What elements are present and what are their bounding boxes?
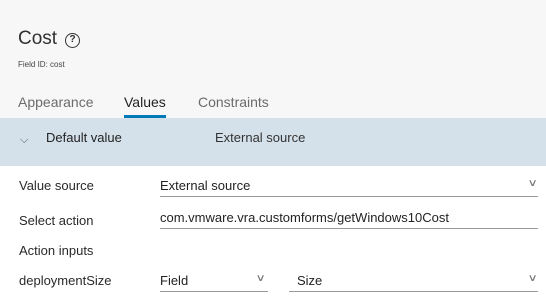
chevron-down-icon: ∨ <box>527 273 538 284</box>
chevron-down-icon[interactable]: ⌵ <box>20 134 28 147</box>
input-value-select[interactable]: Size ∨ <box>289 270 538 292</box>
chevron-down-icon: ∨ <box>255 273 266 284</box>
field-id: Field ID: cost <box>18 60 65 69</box>
input-type-value: Field <box>160 273 189 288</box>
section-title: Default value <box>46 130 122 145</box>
value-source-value: External source <box>160 178 251 193</box>
chevron-down-icon: ∨ <box>527 178 538 189</box>
tab-values[interactable]: Values <box>124 94 166 118</box>
title-row: Cost ? <box>18 28 81 50</box>
value-source-select[interactable]: External source ∨ <box>160 175 538 197</box>
header-area: Cost ? Field ID: cost Appearance Values … <box>0 0 546 118</box>
help-icon[interactable]: ? <box>65 32 81 48</box>
input-value-value: Size <box>297 273 323 288</box>
action-inputs-label: Action inputs <box>19 243 94 258</box>
input-name-deploymentsize: deploymentSize <box>19 273 112 288</box>
value-source-label: Value source <box>19 178 94 193</box>
input-type-select[interactable]: Field ∨ <box>160 270 268 292</box>
select-action-value: com.vmware.vra.customforms/getWindows10C… <box>160 210 449 225</box>
section-value: External source <box>215 130 306 145</box>
default-value-section-header[interactable]: ⌵ Default value External source <box>0 118 546 166</box>
select-action-input[interactable]: com.vmware.vra.customforms/getWindows10C… <box>160 207 538 229</box>
tab-constraints[interactable]: Constraints <box>198 94 269 118</box>
select-action-label: Select action <box>19 213 94 228</box>
tab-appearance[interactable]: Appearance <box>18 94 94 118</box>
page-title: Cost <box>18 28 58 49</box>
